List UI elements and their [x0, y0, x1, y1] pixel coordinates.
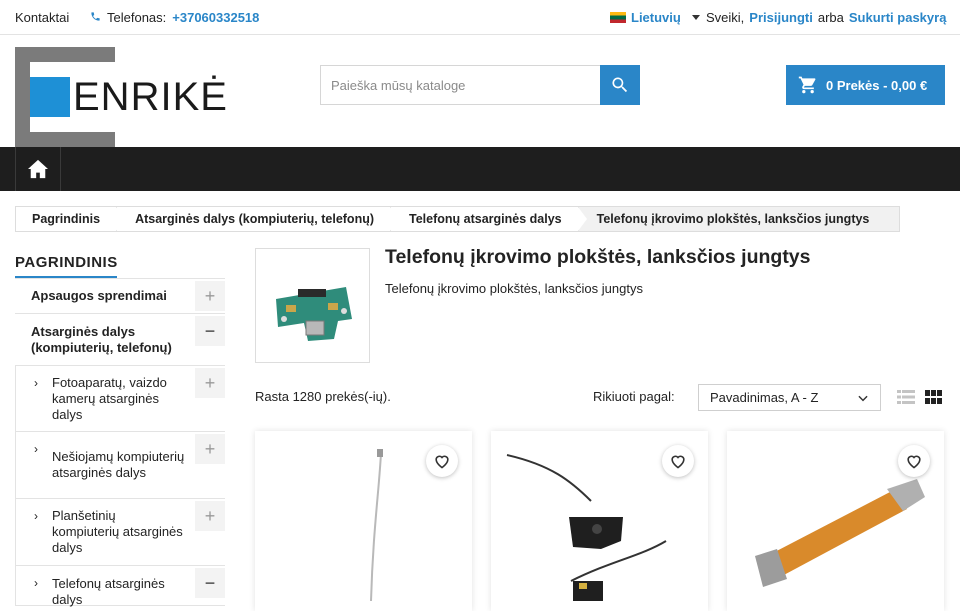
phone-number[interactable]: +37060332518: [172, 10, 259, 25]
category-description: Telefonų įkrovimo plokštės, lanksčios ju…: [385, 281, 643, 296]
heart-icon: [671, 455, 685, 469]
cart-icon: [798, 76, 816, 94]
sidebar-title: PAGRINDINIS: [15, 254, 118, 271]
sort-select[interactable]: Pavadinimas, A - Z: [698, 384, 881, 411]
chevron-down-icon: [858, 395, 868, 402]
logo-text: ENRIKĖ: [73, 75, 228, 119]
chevron-right-icon: ›: [34, 442, 38, 456]
logo-square: [30, 77, 70, 117]
wishlist-button[interactable]: [898, 445, 930, 477]
heart-icon: [435, 455, 449, 469]
language-selector[interactable]: Lietuvių: [610, 10, 700, 25]
expand-icon[interactable]: +: [195, 281, 225, 311]
home-icon: [28, 159, 48, 179]
or-text: arba: [817, 10, 844, 25]
sidebar-subcategory[interactable]: › Fotoaparatų, vaizdo kamerų atsarginės …: [15, 366, 225, 432]
language-label: Lietuvių: [631, 10, 681, 25]
product-card[interactable]: [727, 431, 944, 611]
sidebar-subcategory[interactable]: › Planšetinių kompiuterių atsarginės dal…: [15, 499, 225, 566]
breadcrumb: Pagrindinis Atsarginės dalys (kompiuteri…: [15, 206, 900, 232]
collapse-icon[interactable]: −: [195, 316, 225, 346]
category-image: [255, 248, 370, 363]
wishlist-button[interactable]: [662, 445, 694, 477]
wishlist-button[interactable]: [426, 445, 458, 477]
home-button[interactable]: [15, 147, 61, 191]
main-nav: [0, 147, 960, 191]
expand-icon[interactable]: +: [195, 434, 225, 464]
register-link[interactable]: Sukurti paskyrą: [849, 10, 947, 25]
contact-link[interactable]: Kontaktai: [15, 10, 69, 25]
lithuania-flag-icon: [610, 12, 626, 23]
user-info: Sveiki, Prisijungti arba Sukurti paskyrą: [706, 10, 946, 25]
sidebar-category[interactable]: Apsaugos sprendimai +: [15, 279, 225, 314]
sidebar-category[interactable]: Atsarginės dalys (kompiuterių, telefonų)…: [15, 314, 225, 366]
search-button[interactable]: [600, 65, 640, 105]
expand-icon[interactable]: +: [195, 368, 225, 398]
top-bar: Kontaktai Telefonas: +37060332518 Lietuv…: [0, 0, 960, 35]
product-card[interactable]: [255, 431, 472, 611]
sidebar-subcategory[interactable]: › Nešiojamų kompiuterių atsarginės dalys…: [15, 432, 225, 499]
heart-icon: [907, 455, 921, 469]
phone-label: Telefonas:: [107, 10, 167, 25]
search-icon: [612, 77, 628, 93]
caret-down-icon: [691, 15, 700, 20]
greeting-text: Sveiki,: [706, 10, 745, 25]
expand-icon[interactable]: +: [195, 501, 225, 531]
page-title: Telefonų įkrovimo plokštės, lanksčios ju…: [385, 246, 811, 268]
chevron-right-icon: ›: [34, 376, 38, 390]
cart-button[interactable]: 0 Prekės - 0,00 €: [786, 65, 945, 105]
search-bar: [320, 65, 640, 105]
chevron-right-icon: ›: [34, 509, 38, 523]
search-input[interactable]: [320, 65, 600, 105]
breadcrumb-item[interactable]: Pagrindinis: [16, 207, 126, 231]
product-card[interactable]: [491, 431, 708, 611]
chevron-right-icon: ›: [34, 576, 38, 590]
grid-view-icon[interactable]: [925, 390, 942, 409]
cart-label: 0 Prekės - 0,00 €: [826, 77, 928, 93]
list-view-icon[interactable]: [897, 390, 915, 409]
breadcrumb-item[interactable]: Atsarginės dalys (kompiuterių, telefonų): [117, 207, 400, 231]
site-logo[interactable]: ENRIKĖ: [15, 47, 227, 147]
sidebar-subcategory[interactable]: › Telefonų atsarginės dalys −: [15, 566, 225, 607]
breadcrumb-current: Telefonų įkrovimo plokštės, lanksčios ju…: [578, 207, 886, 231]
product-count: Rasta 1280 prekės(-ių).: [255, 389, 391, 404]
sort-label: Rikiuoti pagal:: [593, 389, 675, 404]
login-link[interactable]: Prisijungti: [749, 10, 813, 25]
phone-icon: [90, 10, 101, 25]
collapse-icon[interactable]: −: [195, 568, 225, 598]
phone-info: Telefonas: +37060332518: [90, 10, 259, 25]
breadcrumb-item[interactable]: Telefonų atsarginės dalys: [391, 207, 587, 231]
